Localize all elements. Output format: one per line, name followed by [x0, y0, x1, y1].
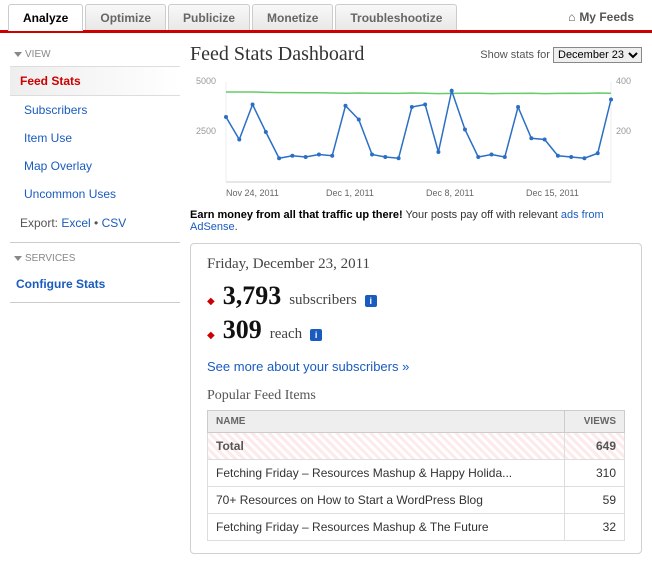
export-excel[interactable]: Excel: [61, 216, 90, 230]
reach-count: 309: [223, 315, 262, 345]
section-view[interactable]: VIEW: [10, 43, 180, 66]
reach-label: reach: [270, 326, 302, 343]
table-row[interactable]: 70+ Resources on How to Start a WordPres…: [208, 487, 625, 514]
nav-item-use[interactable]: Item Use: [10, 124, 180, 152]
tab-analyze[interactable]: Analyze: [8, 4, 83, 31]
subscribers-count: 3,793: [223, 281, 282, 311]
info-icon[interactable]: i: [310, 329, 322, 341]
nav-subscribers[interactable]: Subscribers: [10, 96, 180, 124]
nav-uncommon-uses[interactable]: Uncommon Uses: [10, 180, 180, 208]
popular-heading: Popular Feed Items: [207, 388, 625, 404]
svg-text:Dec 8, 2011: Dec 8, 2011: [426, 188, 474, 198]
stats-panel: Friday, December 23, 2011 ◆ 3,793 subscr…: [190, 243, 642, 554]
y-right-200: 200: [616, 126, 631, 136]
home-icon: ⌂: [568, 10, 575, 24]
stats-chart: 5000 2500 400 200 Nov 24, 2011 Dec 1, 20…: [190, 72, 642, 202]
my-feeds-link[interactable]: ⌂ My Feeds: [558, 10, 644, 24]
info-icon[interactable]: i: [365, 295, 377, 307]
tab-troubleshootize[interactable]: Troubleshootize: [335, 4, 457, 30]
y-left-5000: 5000: [196, 76, 216, 86]
panel-date: Friday, December 23, 2011: [207, 256, 625, 273]
table-row[interactable]: Fetching Friday – Resources Mashup & The…: [208, 514, 625, 541]
svg-text:Dec 15, 2011: Dec 15, 2011: [526, 188, 579, 198]
tab-publicize[interactable]: Publicize: [168, 4, 250, 30]
y-left-2500: 2500: [196, 126, 216, 136]
section-services[interactable]: SERVICES: [10, 247, 180, 270]
table-row-total: Total649: [208, 433, 625, 460]
subscribers-label: subscribers: [289, 292, 357, 309]
popular-items-table: NAME VIEWS Total649 Fetching Friday – Re…: [207, 410, 625, 541]
nav-configure-stats[interactable]: Configure Stats: [10, 270, 180, 298]
th-name[interactable]: NAME: [208, 411, 565, 433]
see-more-link[interactable]: See more about your subscribers »: [207, 359, 409, 374]
sidebar: VIEW Feed Stats Subscribers Item Use Map…: [10, 43, 190, 554]
nav-map-overlay[interactable]: Map Overlay: [10, 152, 180, 180]
tab-optimize[interactable]: Optimize: [85, 4, 166, 30]
nav-feed-stats[interactable]: Feed Stats: [10, 66, 180, 96]
earn-promo: Earn money from all that traffic up ther…: [190, 205, 642, 243]
th-views[interactable]: VIEWS: [565, 411, 625, 433]
svg-text:Nov 24, 2011: Nov 24, 2011: [226, 188, 279, 198]
table-row[interactable]: Fetching Friday – Resources Mashup & Hap…: [208, 460, 625, 487]
tab-monetize[interactable]: Monetize: [252, 4, 333, 30]
export-row: Export: Excel • CSV: [10, 208, 180, 238]
show-stats-control: Show stats for December 23: [480, 47, 642, 63]
bullet-icon: ◆: [207, 330, 215, 341]
page-title: Feed Stats Dashboard: [190, 43, 364, 66]
bullet-icon: ◆: [207, 296, 215, 307]
svg-text:Dec 1, 2011: Dec 1, 2011: [326, 188, 374, 198]
export-csv[interactable]: CSV: [102, 216, 127, 230]
y-right-400: 400: [616, 76, 631, 86]
date-select[interactable]: December 23: [553, 47, 642, 63]
